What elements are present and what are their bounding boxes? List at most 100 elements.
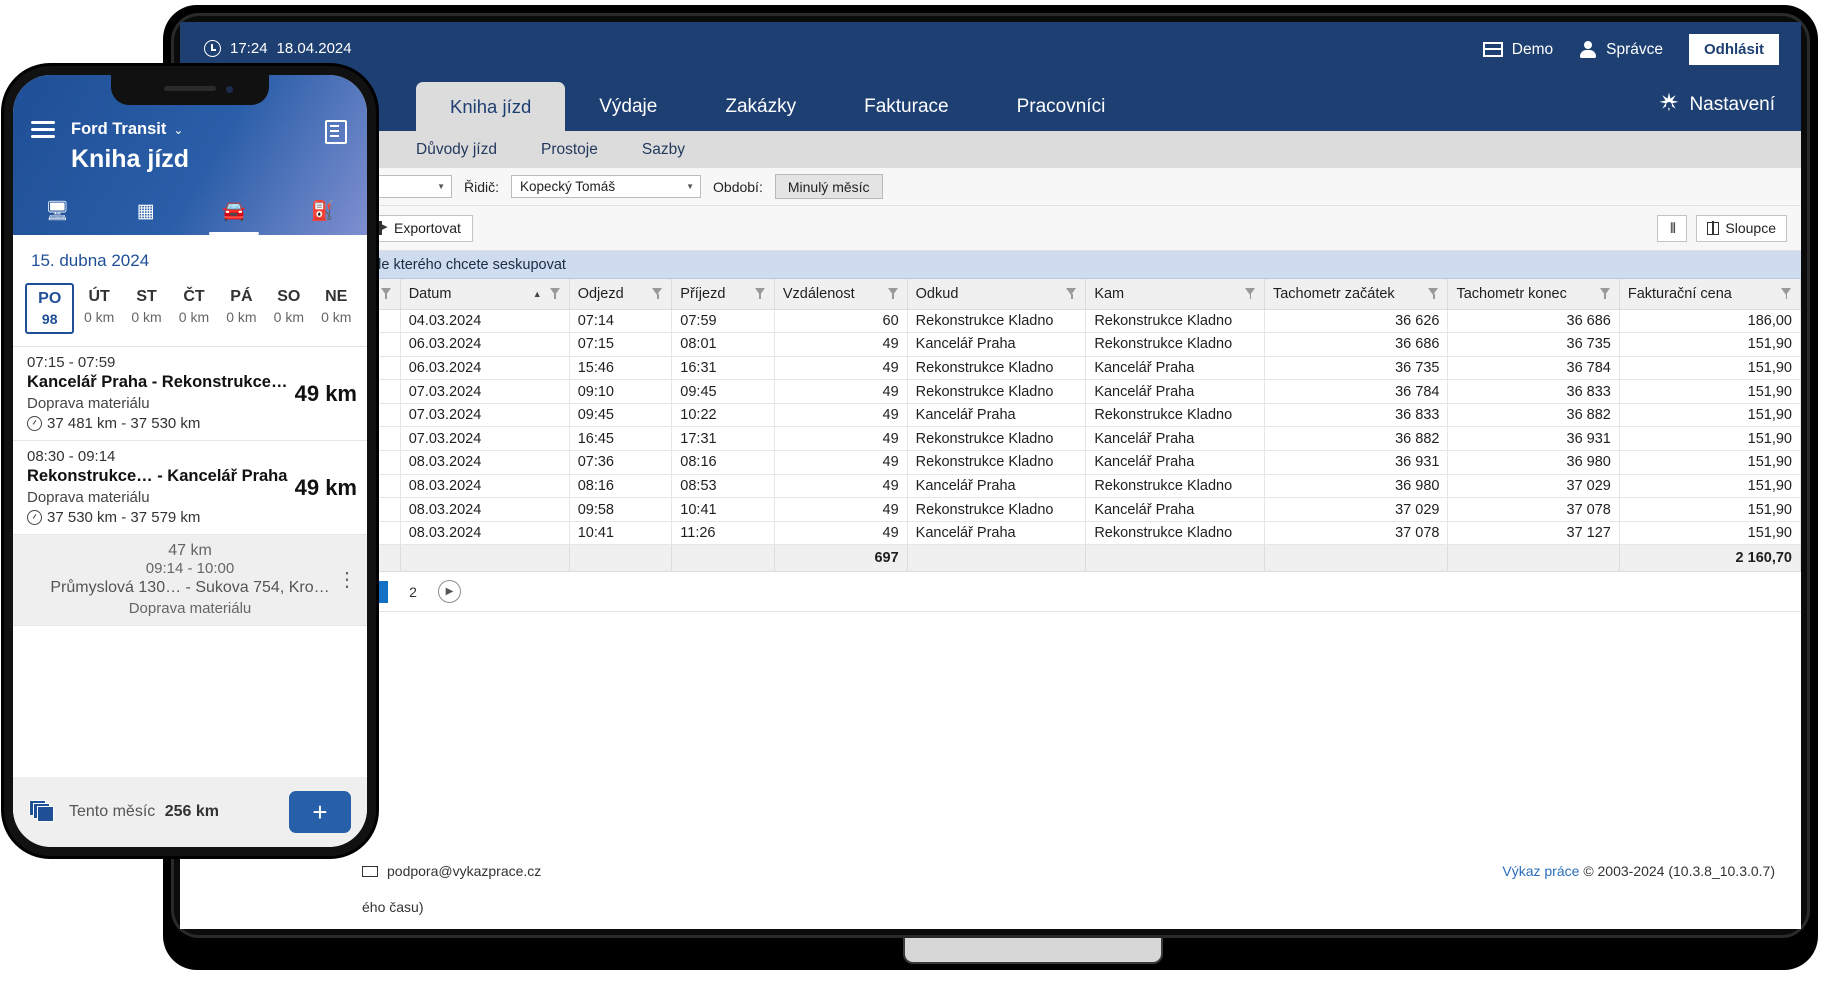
weekday-so[interactable]: SO 0 km [266, 283, 311, 334]
vykaz-prace-link[interactable]: Výkaz práce [1502, 863, 1579, 879]
filter-bar: ▼ Řidič: Kopecký Tomáš ▼ Období: Minulý … [180, 168, 1801, 206]
export-button[interactable]: Exportovat [362, 214, 473, 242]
filter-icon[interactable] [887, 287, 899, 300]
user-icon [1579, 40, 1597, 59]
support-email[interactable]: podpora@vykazprace.cz [362, 863, 541, 879]
col-header-prijezd[interactable]: Příjezd [671, 279, 775, 310]
layers-icon [29, 800, 55, 824]
filter-icon[interactable] [1781, 287, 1792, 300]
list-item[interactable]: 47 km 09:14 - 10:00 Průmyslová 130… - Suko… [13, 535, 367, 626]
filter-icon[interactable] [1599, 287, 1611, 300]
table-row[interactable]: Ford Transit08.03.202410:4111:2649Kancel… [180, 520, 1801, 546]
logbook-icon[interactable] [325, 120, 347, 144]
weekday-ne[interactable]: NE 0 km [314, 283, 359, 334]
cell-8: 37 078 [1447, 497, 1620, 522]
period-filter-button[interactable]: Minulý měsíc [774, 174, 883, 199]
group-drop-panel[interactable]: odle kterého chcete seskupovat [180, 251, 1801, 279]
table-row[interactable]: Ford Transit08.03.202407:3608:1649Rekons… [180, 450, 1801, 475]
col-header-odjezd[interactable]: Odjezd [568, 279, 673, 310]
table-row[interactable]: Ford Transit08.03.202409:5810:4149Rekons… [180, 497, 1801, 522]
table-row[interactable]: Ford Transit07.03.202409:1009:4549Rekons… [180, 379, 1801, 404]
table-row[interactable]: Ford Transit08.03.202408:1608:5349Kancel… [180, 473, 1801, 499]
filter-icon[interactable] [549, 287, 561, 300]
weekday-name: ČT [183, 288, 205, 305]
weekday-distance: 0 km [273, 309, 304, 325]
weekday-čt[interactable]: ČT 0 km [171, 283, 216, 334]
table-row[interactable]: Ford Transit07.03.202409:4510:2249Kancel… [180, 402, 1801, 428]
phone-tab-calendar[interactable]: ▦ [102, 187, 191, 235]
filter-icon[interactable] [1428, 287, 1439, 300]
vehicle-selector[interactable]: Ford Transit ⌄ [71, 120, 183, 139]
clock-icon [204, 40, 221, 57]
weekday-po[interactable]: PO 98 [25, 283, 75, 334]
cell-9: 151,90 [1618, 355, 1801, 381]
filter-icon[interactable] [652, 287, 663, 300]
filter-icon[interactable] [754, 287, 766, 300]
phone-page-title: Kniha jízd [71, 145, 190, 173]
grid-settings-button[interactable]: ⦀ [1657, 214, 1688, 242]
tab-vydaje[interactable]: Výdaje [565, 82, 691, 131]
col-header-tachometr-zacatek[interactable]: Tachometr začátek [1263, 279, 1449, 310]
cell-6: Rekonstrukce Kladno [1085, 520, 1265, 546]
columns-button[interactable]: Sloupce [1696, 214, 1787, 242]
cell-9: 151,90 [1618, 332, 1801, 357]
tablet-device-frame: 17:24 18.04.2024 Demo Správce Odhlásit K… [163, 5, 1818, 970]
tab-zakazky[interactable]: Zakázky [691, 82, 830, 131]
list-item[interactable]: 07:15 - 07:59 Kancelář Praha - Rekonstruk… [13, 347, 367, 441]
filter-icon[interactable] [380, 287, 392, 300]
subtab-prostoje[interactable]: Prostoje [541, 141, 598, 159]
table-row[interactable]: Ford Transit06.03.202415:4616:3149Rekons… [180, 355, 1801, 381]
settings-link[interactable]: Nastavení [1658, 88, 1775, 118]
table-row[interactable]: Ford Transit06.03.202407:1508:0149Kancel… [180, 332, 1801, 357]
tab-fakturace[interactable]: Fakturace [830, 82, 982, 131]
trip-odometer: 37 530 km - 37 579 km [47, 509, 201, 526]
front-camera [226, 86, 233, 93]
filter-icon[interactable] [1244, 287, 1256, 300]
table-row[interactable]: Ford Transit04.03.202407:1407:5960Rekons… [180, 308, 1801, 334]
cell-2: 09:10 [568, 379, 673, 404]
col-header-tachometr-konec[interactable]: Tachometr konec [1447, 279, 1620, 310]
cell-9: 151,90 [1618, 497, 1801, 522]
weekday-út[interactable]: ÚT 0 km [76, 283, 121, 334]
driver-filter-dropdown[interactable]: Kopecký Tomáš ▼ [511, 175, 702, 198]
phone-tab-stats[interactable]: ⛽ [279, 187, 368, 235]
weekday-st[interactable]: ST 0 km [124, 283, 169, 334]
col-header-vzdalenost[interactable]: Vzdálenost [773, 279, 908, 310]
cell-3: 10:22 [671, 402, 775, 428]
cell-3: 10:41 [671, 497, 775, 522]
trip-time: 07:15 - 07:59 [27, 354, 116, 371]
more-options-icon[interactable]: ⋮ [337, 570, 357, 590]
logout-button[interactable]: Odhlásit [1688, 34, 1779, 65]
col-header-datum[interactable]: Datum ▲ [399, 279, 570, 310]
weekday-pá[interactable]: PÁ 0 km [219, 283, 264, 334]
hamburger-menu-icon[interactable] [31, 121, 55, 138]
filter-icon[interactable] [1066, 287, 1077, 300]
chevron-down-icon: ▼ [686, 182, 695, 191]
page-2-button[interactable]: 2 [400, 581, 426, 603]
weekday-name: SO [277, 288, 301, 305]
subtab-sazby[interactable]: Sazby [642, 141, 685, 159]
cell-2: 16:45 [568, 426, 673, 452]
tab-pracovnici[interactable]: Pracovníci [983, 82, 1140, 131]
vehicle-name: Ford Transit [71, 120, 167, 138]
col-header-kam[interactable]: Kam [1085, 279, 1265, 310]
col-header-odkud[interactable]: Odkud [906, 279, 1087, 310]
month-value: 256 km [164, 803, 219, 820]
col-header-fakturacni-cena[interactable]: Fakturační cena [1618, 279, 1801, 310]
tab-kniha-jizd[interactable]: Kniha jízd [416, 82, 566, 131]
chevron-down-icon: ▼ [437, 182, 445, 191]
phone-tab-reports[interactable]: 🖥 [13, 187, 102, 235]
cell-5: Kancelář Praha [906, 402, 1087, 428]
table-row[interactable]: Ford Transit07.03.202416:4517:3149Rekons… [180, 426, 1801, 452]
company-indicator[interactable]: Demo [1482, 41, 1553, 59]
trip-time: 08:30 - 09:14 [27, 448, 116, 465]
list-item[interactable]: 08:30 - 09:14 Rekonstrukce… - Kancelář Pr… [13, 441, 367, 535]
add-trip-button[interactable]: + [289, 791, 351, 833]
cell-8: 37 029 [1447, 473, 1620, 499]
user-indicator[interactable]: Správce [1579, 40, 1663, 59]
cell-7: 37 029 [1263, 497, 1449, 522]
chevron-down-icon: ⌄ [173, 122, 184, 137]
subtab-duvody-jizd[interactable]: Důvody jízd [416, 141, 497, 159]
phone-tab-trips[interactable]: 🚘 [190, 187, 279, 235]
next-page-button[interactable]: ▶ [438, 580, 461, 604]
